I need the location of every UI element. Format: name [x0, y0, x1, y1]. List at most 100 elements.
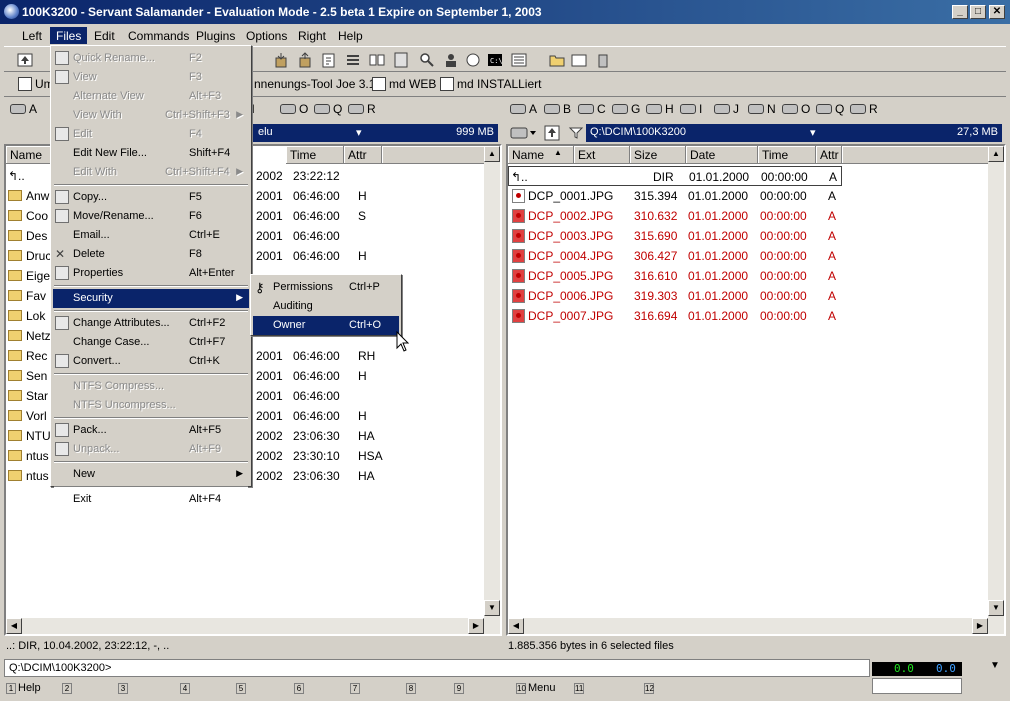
- menu-item-quick-rename[interactable]: Quick Rename... F2: [53, 49, 249, 68]
- column-header-size[interactable]: Size: [630, 146, 686, 164]
- updir-row[interactable]: ↰.. DIR 01.01.2000 00:00:00 A: [508, 166, 842, 186]
- table-row[interactable]: DCP_0004.JPG 306.427 01.01.2000 00:00:00 A: [508, 246, 988, 266]
- drive-button[interactable]: N: [748, 102, 776, 116]
- menu-item-change-attributes[interactable]: Change Attributes... Ctrl+F2: [53, 314, 249, 333]
- recycle-icon[interactable]: [594, 51, 612, 69]
- column-header-date[interactable]: Date: [686, 146, 758, 164]
- right-vertical-scrollbar[interactable]: ▲ ▼: [988, 146, 1004, 634]
- pack-icon[interactable]: [272, 51, 290, 69]
- scroll-left-button[interactable]: ◀: [508, 618, 524, 634]
- fkey-11[interactable]: 11: [574, 682, 586, 694]
- fkey-9[interactable]: 9: [454, 682, 466, 694]
- table-row[interactable]: DCP_0001.JPG 315.394 01.01.2000 00:00:00 A: [508, 186, 988, 206]
- menu-commands[interactable]: Commands: [122, 27, 195, 44]
- drive-menu-icon[interactable]: [510, 126, 538, 140]
- up-dir-icon[interactable]: [16, 51, 34, 69]
- column-header-attr[interactable]: Attr: [344, 146, 382, 164]
- fkey-5[interactable]: 5: [236, 682, 248, 694]
- menu-item-delete[interactable]: ✕ Delete F8: [53, 245, 249, 264]
- scroll-right-button[interactable]: ▶: [972, 618, 988, 634]
- edit-icon[interactable]: [320, 51, 338, 69]
- console-icon[interactable]: C:\: [486, 51, 504, 69]
- drive-button[interactable]: I: [680, 102, 702, 116]
- hotpath-item[interactable]: Um: [18, 77, 54, 91]
- maximize-button[interactable]: □: [970, 5, 986, 19]
- menu-edit[interactable]: Edit: [88, 27, 121, 44]
- menu-item-security[interactable]: Security ▶: [53, 289, 249, 308]
- user-icon[interactable]: [442, 51, 460, 69]
- scroll-down-button[interactable]: ▼: [988, 600, 1004, 616]
- drive-button[interactable]: R: [348, 102, 376, 116]
- command-line-input[interactable]: Q:\DCIM\100K3200>: [4, 659, 870, 677]
- view-mode-icon[interactable]: [510, 51, 528, 69]
- column-header-ext[interactable]: Ext: [574, 146, 630, 164]
- right-file-panel[interactable]: Name ▲ Ext Size Date Time Attr ↰.. DIR 01…: [506, 144, 1006, 636]
- drive-button[interactable]: H: [646, 102, 674, 116]
- column-header-name[interactable]: Name: [6, 146, 52, 164]
- minimize-button[interactable]: _: [952, 5, 968, 19]
- fkey-2[interactable]: 2: [62, 682, 74, 694]
- fkey-1[interactable]: 1 Help: [6, 682, 41, 694]
- menu-item-change-case[interactable]: Change Case... Ctrl+F7: [53, 333, 249, 352]
- compare-icon[interactable]: [344, 51, 362, 69]
- fkey-7[interactable]: 7: [350, 682, 362, 694]
- menu-item-view[interactable]: View F3: [53, 68, 249, 87]
- scroll-down-button[interactable]: ▼: [484, 600, 500, 616]
- scroll-left-button[interactable]: ◀: [6, 618, 22, 634]
- menu-item-alternate-view[interactable]: Alternate View Alt+F3: [53, 87, 249, 106]
- chevron-down-icon[interactable]: ▼: [990, 660, 1000, 671]
- hotpath-item[interactable]: md INSTALLiert: [440, 77, 541, 91]
- drive-button[interactable]: J: [714, 102, 739, 116]
- menu-item-auditing[interactable]: Auditing: [253, 297, 399, 316]
- column-header-attr[interactable]: Attr: [816, 146, 842, 164]
- menu-item-new[interactable]: New ▶: [53, 465, 249, 484]
- left-horizontal-scrollbar[interactable]: ◀ ▶: [6, 618, 484, 634]
- column-header-time[interactable]: Time: [286, 146, 344, 164]
- fkey-12[interactable]: 12: [644, 682, 656, 694]
- fkey-10[interactable]: 10 Menu: [516, 682, 556, 694]
- menu-item-permissions[interactable]: ⚷ Permissions Ctrl+P: [253, 278, 399, 297]
- drive-button[interactable]: Q: [314, 102, 342, 116]
- menu-item-copy[interactable]: Copy... F5: [53, 188, 249, 207]
- menu-files[interactable]: Files: [50, 27, 88, 44]
- hotpath-item[interactable]: nnenungs-Tool Joe 3.1: [254, 77, 375, 91]
- unpack-icon[interactable]: [296, 51, 314, 69]
- scroll-up-button[interactable]: ▲: [484, 146, 500, 162]
- drive-button[interactable]: Q: [816, 102, 844, 116]
- right-path-display[interactable]: Q:\DCIM\100K3200 ▾ 27,3 MB: [586, 124, 1002, 142]
- filter-icon[interactable]: [568, 125, 584, 141]
- table-row[interactable]: DCP_0005.JPG 316.610 01.01.2000 00:00:00 A: [508, 266, 988, 286]
- drive-button[interactable]: B: [544, 102, 571, 116]
- table-row[interactable]: DCP_0003.JPG 315.690 01.01.2000 00:00:00 A: [508, 226, 988, 246]
- table-row[interactable]: DCP_0006.JPG 319.303 01.01.2000 00:00:00 A: [508, 286, 988, 306]
- drive-button[interactable]: A: [10, 102, 37, 116]
- menu-item-ntfs-compress[interactable]: NTFS Compress...: [53, 377, 249, 396]
- menu-plugins[interactable]: Plugins: [190, 27, 241, 44]
- app-icon[interactable]: [4, 4, 19, 19]
- folder-icon[interactable]: [548, 51, 566, 69]
- drive-button[interactable]: R: [850, 102, 878, 116]
- fkey-6[interactable]: 6: [294, 682, 306, 694]
- drive-button[interactable]: G: [612, 102, 640, 116]
- folder-list-icon[interactable]: [570, 51, 588, 69]
- close-button[interactable]: ✕: [989, 5, 1005, 19]
- menu-item-owner[interactable]: Owner Ctrl+O: [253, 316, 399, 335]
- drive-button[interactable]: A: [510, 102, 537, 116]
- menu-item-properties[interactable]: Properties Alt+Enter: [53, 264, 249, 283]
- left-vertical-scrollbar[interactable]: ▲ ▼: [484, 146, 500, 634]
- sync-icon[interactable]: [368, 51, 386, 69]
- scroll-right-button[interactable]: ▶: [468, 618, 484, 634]
- menu-options[interactable]: Options: [240, 27, 293, 44]
- menu-help[interactable]: Help: [332, 27, 369, 44]
- menu-item-move-rename[interactable]: Move/Rename... F6: [53, 207, 249, 226]
- up-dir-icon[interactable]: [544, 125, 560, 141]
- hotpath-item[interactable]: md WEB: [372, 77, 436, 91]
- find-icon[interactable]: [418, 51, 436, 69]
- drive-button[interactable]: O: [280, 102, 308, 116]
- drive-button[interactable]: C: [578, 102, 606, 116]
- menu-left[interactable]: Left: [16, 27, 48, 44]
- menu-item-email[interactable]: Email... Ctrl+E: [53, 226, 249, 245]
- table-row[interactable]: DCP_0002.JPG 310.632 01.01.2000 00:00:00 A: [508, 206, 988, 226]
- menu-item-pack[interactable]: Pack... Alt+F5: [53, 421, 249, 440]
- menu-item-ntfs-uncompress[interactable]: NTFS Uncompress...: [53, 396, 249, 415]
